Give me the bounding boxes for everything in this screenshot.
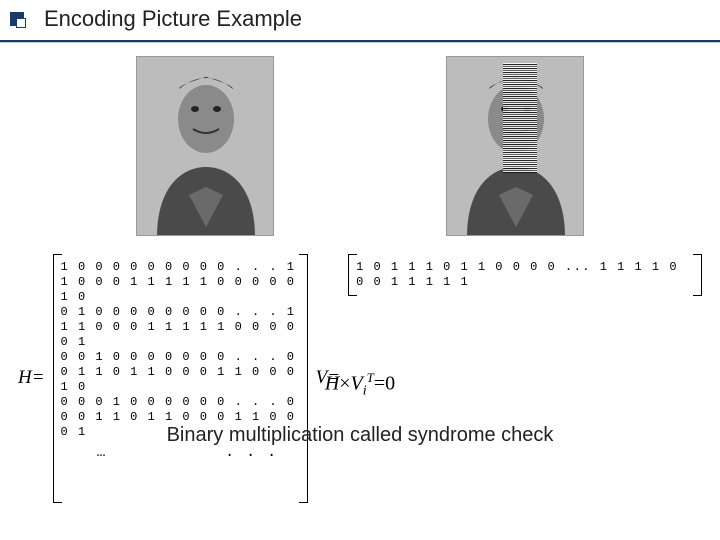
eq-rhs: =0	[374, 373, 395, 395]
stego-image	[446, 56, 584, 236]
eq-sup: T	[367, 370, 374, 385]
caption: Binary multiplication called syndrome ch…	[0, 424, 720, 447]
slide-title: Encoding Picture Example	[44, 6, 302, 32]
original-image	[136, 56, 274, 236]
V-vector: 1 0 1 1 1 0 1 1 0 0 0 0 ... 1 1 1 1 0 0 …	[348, 254, 702, 296]
eq-V: V	[351, 373, 363, 395]
eq-times: ×	[339, 373, 350, 395]
title-bar: Encoding Picture Example	[10, 6, 302, 32]
eq-H: H	[325, 373, 339, 395]
syndrome-equation: H×ViT=0	[0, 370, 720, 400]
images-row	[0, 56, 720, 236]
title-separator	[0, 40, 720, 42]
bullet-icon	[10, 12, 24, 26]
eq-sub: i	[363, 384, 367, 399]
person-silhouette-icon	[137, 57, 274, 236]
noise-pattern-icon	[503, 63, 537, 173]
matrix-row: 0 1 0 0 0 0 0 0 0 0 . . . 1 1 1 0 0 0 1 …	[61, 305, 300, 350]
matrix-row: 1 0 0 0 0 0 0 0 0 0 . . . 1 1 0 0 0 1 1 …	[61, 260, 300, 305]
vector-content: 1 0 1 1 1 0 1 1 0 0 0 0 ... 1 1 1 1 0 0 …	[356, 260, 694, 290]
